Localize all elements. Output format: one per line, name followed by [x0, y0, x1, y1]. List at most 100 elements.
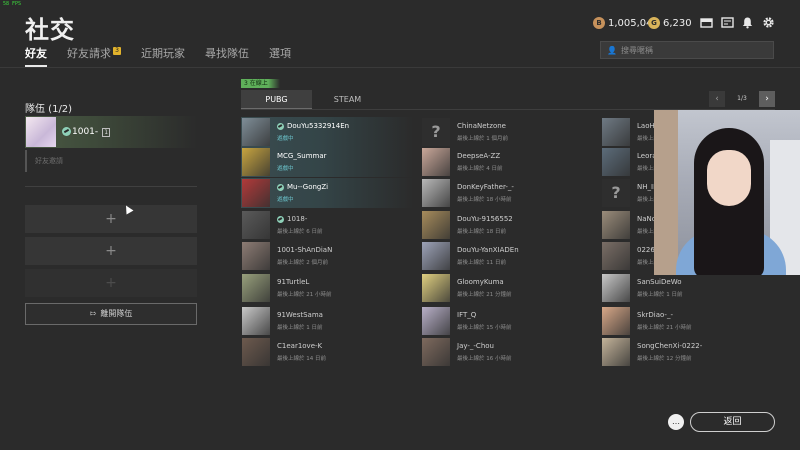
friend-card[interactable]: SongChenXi-0222- 最後上線於 12 分鐘前 [601, 337, 773, 367]
friend-card[interactable]: DeepseA-ZZ 最後上線於 4 日前 [421, 147, 593, 177]
back-button[interactable]: 返回 [690, 412, 775, 432]
friend-status: 最後上線於 1 日前 [637, 292, 683, 298]
add-friend-search-icon: 👤 [607, 45, 617, 55]
unknown-avatar-icon: ? [602, 179, 630, 207]
friend-card[interactable]: MCG_Summar 遊戲中 [241, 147, 413, 177]
friend-status: 最後上線於 18 日前 [457, 229, 506, 235]
friend-avatar [242, 211, 270, 239]
friend-name: SongChenXi-0222- [637, 342, 703, 350]
team-member-sub: 好友邀請 [25, 150, 197, 172]
team-divider [25, 186, 197, 187]
search-box[interactable]: 👤 [600, 41, 774, 59]
friend-avatar [422, 179, 450, 207]
team-member-name: 1001- [72, 127, 99, 137]
next-page-button[interactable]: › [759, 90, 775, 107]
friend-avatar [242, 307, 270, 335]
friend-avatar [422, 338, 450, 366]
friend-card[interactable]: DouYu-9156552 最後上線於 18 日前 [421, 210, 593, 240]
exit-icon: ⇰ [89, 309, 97, 318]
friend-name: 1018- [287, 215, 308, 223]
team-member-slot[interactable]: 1001- 1 [25, 116, 197, 148]
tab-options[interactable]: 選項 [269, 47, 291, 67]
friend-avatar [602, 242, 630, 270]
friend-card[interactable]: DouYu5332914En 遊戲中 [241, 117, 413, 147]
friend-card[interactable]: Jay-_-Chou 最後上線於 16 小時前 [421, 337, 593, 367]
friend-card[interactable]: 1001-ShAnDiaN 最後上線於 2 個月前 [241, 241, 413, 271]
tab-find-squad[interactable]: 尋找隊伍 [205, 47, 249, 67]
friend-status: 最後上線於 21 小時前 [277, 292, 332, 298]
tab-friends[interactable]: 好友 [25, 47, 47, 67]
friend-status: 最後上線於 2 個月前 [277, 260, 328, 266]
online-status-icon [62, 127, 71, 136]
tab-pubg[interactable]: PUBG [241, 90, 312, 110]
friend-avatar [602, 211, 630, 239]
fps-counter: 58 FPS [3, 1, 22, 7]
rank-icon: 1 [102, 127, 111, 137]
friend-avatar [422, 307, 450, 335]
friend-name: C1ear1ove-K [277, 342, 323, 350]
friend-card[interactable]: 1018- 最後上線於 6 日前 [241, 210, 413, 240]
friend-card[interactable]: Mu--GongZi 遊戲中 [241, 178, 413, 208]
search-input[interactable] [620, 45, 771, 55]
friend-card[interactable]: 91WestSama 最後上線於 1 日前 [241, 306, 413, 336]
friend-name: Mu--GongZi [287, 183, 329, 191]
empty-team-slot-2[interactable]: + [25, 237, 197, 265]
friend-card[interactable]: IFT_Q 最後上線於 15 小時前 [421, 306, 593, 336]
friend-avatar [422, 274, 450, 302]
friend-card[interactable]: 91TurtleL 最後上線於 21 小時前 [241, 273, 413, 303]
page-indicator: 1/3 [737, 95, 747, 102]
chat-bubble-icon[interactable]: … [668, 414, 684, 430]
friend-status: 最後上線於 18 小時前 [457, 197, 512, 203]
settings-gear-icon[interactable] [762, 16, 775, 29]
friend-avatar [242, 242, 270, 270]
friend-status: 遊戲中 [277, 136, 294, 142]
friend-avatar [602, 148, 630, 176]
news-icon[interactable] [721, 16, 734, 29]
friend-card[interactable]: SkrDiao-_- 最後上線於 21 小時前 [601, 306, 773, 336]
steam-status-icon [277, 215, 284, 223]
friend-status: 遊戲中 [277, 197, 294, 203]
notification-bell-icon[interactable] [741, 16, 754, 29]
friend-avatar [602, 118, 630, 146]
friend-status: 最後上線於 6 日前 [277, 229, 323, 235]
friend-name: DouYu5332914En [287, 122, 350, 130]
friend-avatar [422, 242, 450, 270]
friend-card[interactable]: GloomyKuma 最後上線於 21 分鐘前 [421, 273, 593, 303]
friend-card[interactable]: ? ChinaNetzone 最後上線於 1 個月前 [421, 117, 593, 147]
empty-team-slot-3[interactable]: + [25, 269, 197, 297]
friend-card[interactable]: SanSuiDeWo 最後上線於 1 日前 [601, 273, 773, 303]
friend-status: 最後上線於 4 日前 [457, 166, 503, 172]
friend-card[interactable]: DouYu-YanXIADEn 最後上線於 11 日前 [421, 241, 593, 271]
online-count-tag: 3 在線上 [241, 79, 280, 88]
gcoin-currency: G 6,230 [648, 16, 692, 30]
tab-friend-requests[interactable]: 好友請求 3 [67, 47, 121, 67]
friend-avatar [242, 179, 270, 207]
tab-steam[interactable]: STEAM [312, 90, 383, 110]
leave-team-button[interactable]: ⇰ 離開隊伍 [25, 303, 197, 325]
friend-avatar [242, 118, 270, 146]
friend-status: 最後上線於 1 個月前 [457, 136, 508, 142]
friend-status: 最後上線於 14 日前 [277, 356, 326, 362]
friend-avatar [602, 307, 630, 335]
empty-team-slot-1[interactable]: + [25, 205, 197, 233]
friend-name: GloomyKuma [457, 278, 504, 286]
friend-name: 1001-ShAnDiaN [277, 246, 333, 254]
friend-name: SanSuiDeWo [637, 278, 682, 286]
friend-status: 最後上線於 11 日前 [457, 260, 506, 266]
main-tabs: 好友 好友請求 3 近期玩家 尋找隊伍 選項 [25, 47, 311, 67]
prev-page-button[interactable]: ‹ [709, 90, 725, 107]
tab-recent-players[interactable]: 近期玩家 [141, 47, 185, 67]
team-title: 隊伍 (1/2) [25, 104, 73, 115]
friend-card[interactable]: DonKeyFather-_- 最後上線於 18 小時前 [421, 178, 593, 208]
steam-status-icon [277, 122, 284, 130]
gcoin-amount: 6,230 [663, 17, 692, 29]
friend-avatar [242, 338, 270, 366]
friend-card[interactable]: C1ear1ove-K 最後上線於 14 日前 [241, 337, 413, 367]
friend-status: 最後上線於 12 分鐘前 [637, 356, 692, 362]
friend-name: SkrDiao-_- [637, 311, 673, 319]
store-icon[interactable] [700, 16, 713, 29]
friend-name: NH_II [637, 183, 656, 191]
friend-name: 91TurtleL [277, 278, 310, 286]
friend-status: 最後上線於 21 分鐘前 [457, 292, 512, 298]
friend-name: ChinaNetzone [457, 122, 506, 130]
